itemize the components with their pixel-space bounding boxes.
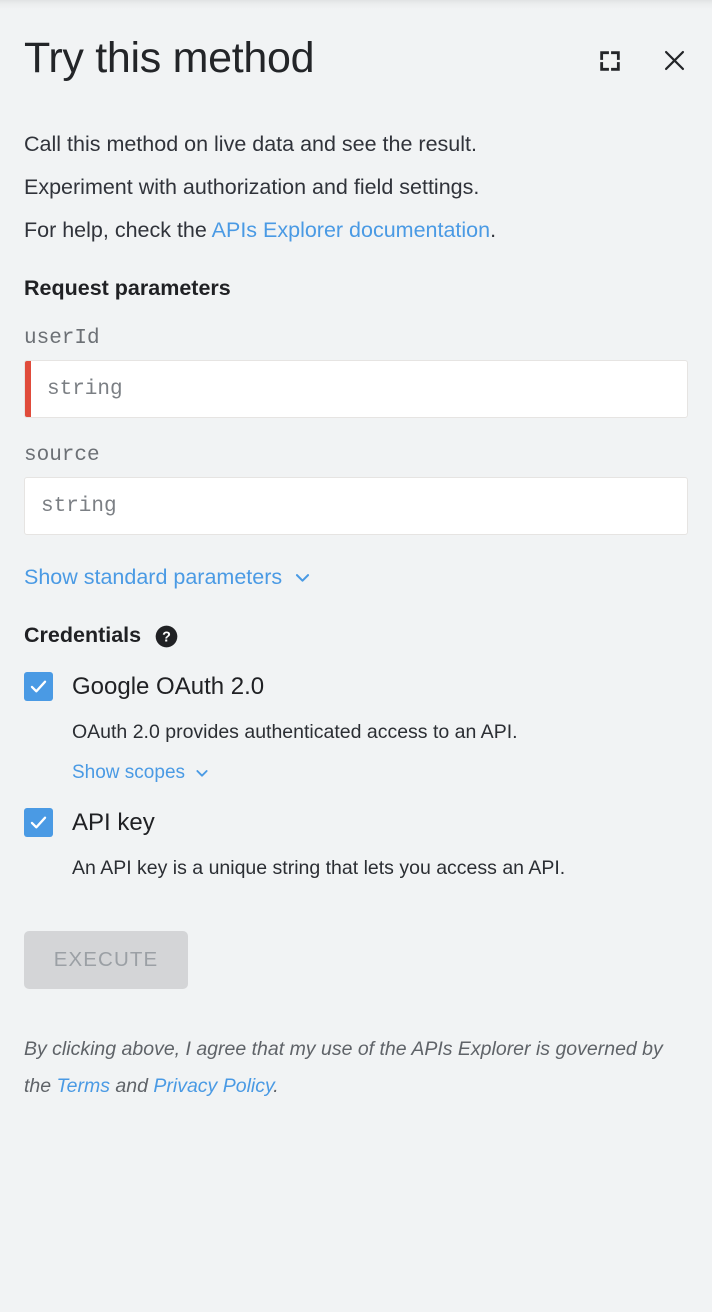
description-line-3-suffix: . — [490, 218, 497, 242]
execute-button[interactable]: EXECUTE — [24, 931, 188, 989]
close-icon — [661, 47, 688, 74]
credential-row-google-oauth[interactable]: Google OAuth 2.0 — [24, 672, 688, 701]
credential-item-google-oauth: Google OAuth 2.0 OAuth 2.0 provides auth… — [24, 672, 688, 784]
param-input-userId[interactable] — [31, 361, 687, 417]
param-field-source: source — [24, 444, 688, 535]
header-actions — [597, 33, 688, 74]
show-standard-parameters-row: Show standard parameters — [24, 565, 688, 590]
close-button[interactable] — [661, 47, 688, 74]
param-field-userId: userId — [24, 327, 688, 418]
show-scopes-label: Show scopes — [72, 762, 186, 783]
try-this-method-panel: Try this method Call this method on live… — [0, 0, 712, 1312]
fullscreen-expand-icon — [597, 48, 623, 74]
privacy-policy-link[interactable]: Privacy Policy — [153, 1075, 273, 1097]
panel-header: Try this method — [24, 0, 688, 83]
credentials-heading: Credentials ? — [24, 623, 688, 648]
fullscreen-expand-icon-button[interactable] — [597, 48, 623, 74]
terms-disclaimer-middle: and — [110, 1075, 154, 1097]
panel-description: Call this method on live data and see th… — [24, 123, 672, 252]
description-line-3-prefix: For help, check the — [24, 218, 212, 242]
show-scopes-row: Show scopes — [72, 762, 688, 784]
param-label-source: source — [24, 444, 100, 467]
checkbox-api-key[interactable] — [24, 808, 53, 837]
param-input-source[interactable] — [25, 478, 687, 534]
chevron-down-icon — [194, 765, 210, 781]
request-parameters-heading-label: Request parameters — [24, 276, 231, 300]
page-title: Try this method — [24, 34, 315, 82]
credential-label-google-oauth: Google OAuth 2.0 — [72, 672, 265, 700]
apis-explorer-documentation-link[interactable]: APIs Explorer documentation — [212, 218, 490, 242]
show-standard-parameters-label: Show standard parameters — [24, 565, 283, 589]
svg-text:?: ? — [162, 629, 171, 645]
description-line-1: Call this method on live data and see th… — [24, 132, 477, 156]
show-scopes-toggle[interactable]: Show scopes — [72, 762, 210, 784]
credentials-heading-label: Credentials — [24, 623, 142, 647]
param-label-userId: userId — [24, 327, 100, 350]
credential-item-api-key: API key An API key is a unique string th… — [24, 808, 688, 881]
request-parameters-heading: Request parameters — [24, 276, 688, 301]
param-input-wrapper-source — [24, 477, 688, 535]
credential-row-api-key[interactable]: API key — [24, 808, 688, 837]
chevron-down-icon — [293, 568, 312, 587]
credential-label-api-key: API key — [72, 808, 155, 836]
param-input-wrapper-userId — [24, 360, 688, 418]
terms-disclaimer: By clicking above, I agree that my use o… — [24, 1031, 674, 1105]
show-standard-parameters-toggle[interactable]: Show standard parameters — [24, 565, 312, 590]
terms-link[interactable]: Terms — [57, 1075, 110, 1097]
description-line-2: Experiment with authorization and field … — [24, 175, 480, 199]
terms-disclaimer-suffix: . — [273, 1075, 279, 1097]
credential-description-google-oauth: OAuth 2.0 provides authenticated access … — [72, 721, 518, 743]
credential-description-api-key: An API key is a unique string that lets … — [72, 857, 566, 879]
help-question-icon[interactable]: ? — [155, 625, 178, 648]
checkbox-google-oauth[interactable] — [24, 672, 53, 701]
credentials-section: Credentials ? Google OAuth 2.0 OAuth 2.0… — [24, 623, 688, 881]
